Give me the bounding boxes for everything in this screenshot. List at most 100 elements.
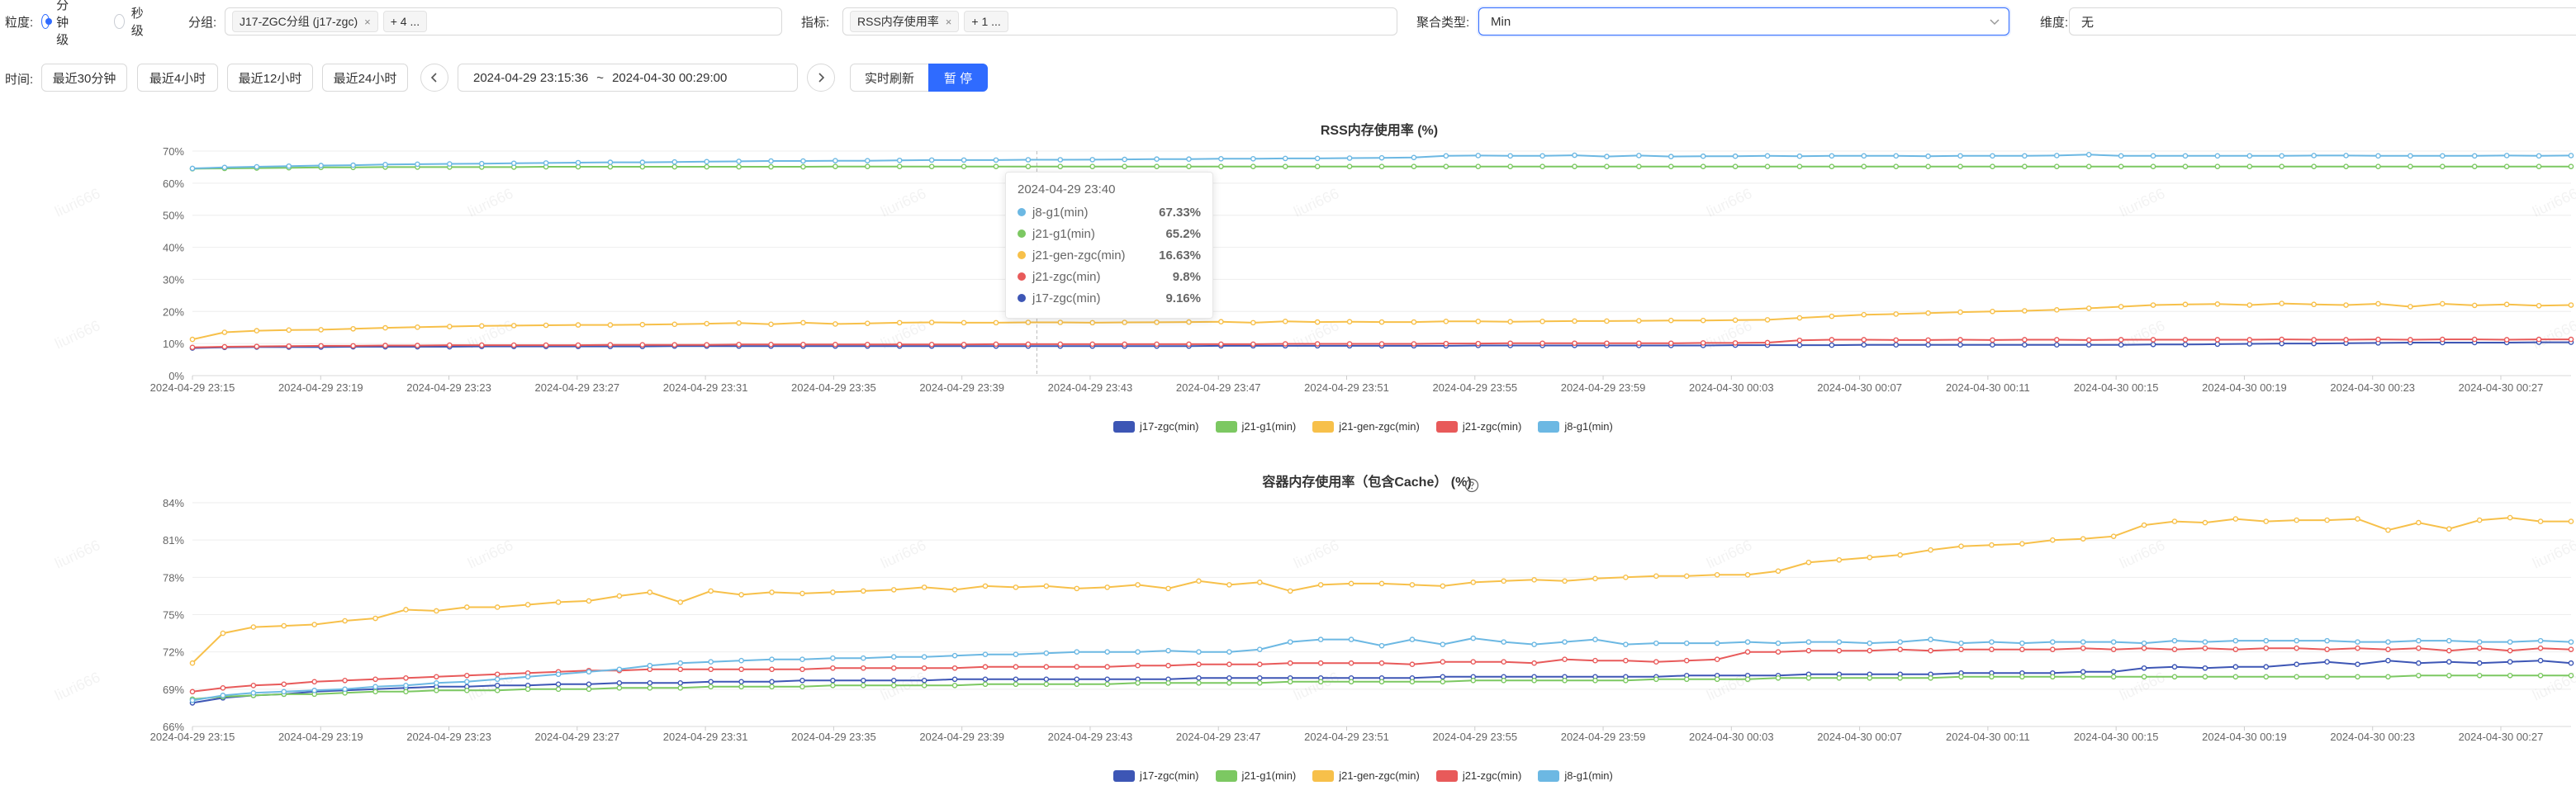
x-tick-label: 2024-04-29 23:39 bbox=[919, 731, 1004, 743]
data-point bbox=[2053, 307, 2060, 313]
data-point bbox=[2053, 153, 2060, 159]
watermark-text: liuri666 bbox=[1291, 669, 1341, 704]
data-point bbox=[708, 666, 714, 673]
data-point bbox=[1025, 157, 1032, 163]
x-tick-label: 2024-04-30 00:23 bbox=[2330, 381, 2415, 394]
y-tick-label: 81% bbox=[163, 534, 184, 547]
data-point bbox=[2294, 674, 2299, 680]
legend-item[interactable]: j17-zgc(min) bbox=[1113, 420, 1199, 433]
data-point bbox=[510, 160, 517, 167]
data-point bbox=[1317, 636, 1324, 642]
data-point bbox=[189, 689, 196, 695]
legend-label: j17-zgc(min) bbox=[1140, 769, 1199, 782]
data-point bbox=[1861, 337, 1867, 343]
data-point bbox=[1562, 656, 1568, 663]
data-point bbox=[350, 325, 356, 332]
data-point bbox=[434, 680, 439, 686]
data-point bbox=[1043, 664, 1050, 670]
data-point bbox=[2053, 337, 2060, 343]
data-point bbox=[2568, 672, 2574, 679]
data-point bbox=[2085, 163, 2092, 169]
legend-item[interactable]: j21-zgc(min) bbox=[1435, 769, 1521, 782]
data-point bbox=[221, 343, 228, 350]
data-point bbox=[708, 684, 714, 690]
data-point bbox=[1796, 337, 1803, 343]
data-point bbox=[1104, 584, 1110, 590]
data-point bbox=[2355, 645, 2360, 651]
data-point bbox=[1775, 649, 1781, 655]
data-point bbox=[2385, 657, 2391, 664]
data-point bbox=[1897, 639, 1903, 645]
data-point bbox=[799, 684, 805, 690]
x-tick-label: 2024-04-29 23:27 bbox=[535, 731, 620, 743]
data-point bbox=[1732, 163, 1739, 169]
data-point bbox=[1861, 153, 1867, 159]
data-point bbox=[2503, 337, 2510, 343]
help-icon[interactable] bbox=[1464, 478, 1479, 493]
data-point bbox=[1592, 657, 1598, 664]
legend-item[interactable]: j21-g1(min) bbox=[1215, 769, 1296, 782]
data-point bbox=[1958, 543, 1964, 549]
legend-swatch bbox=[1435, 769, 1458, 782]
legend-item[interactable]: j21-g1(min) bbox=[1215, 420, 1296, 433]
legend-item[interactable]: j8-g1(min) bbox=[1538, 420, 1613, 433]
data-point bbox=[2182, 337, 2189, 343]
data-point bbox=[2141, 522, 2147, 528]
data-point bbox=[2182, 153, 2189, 159]
data-point bbox=[1957, 153, 1963, 159]
data-point bbox=[2507, 672, 2513, 679]
tooltip-series-name: j21-g1(min) bbox=[1032, 226, 1095, 241]
data-point bbox=[1440, 674, 1446, 680]
data-point bbox=[961, 157, 967, 163]
x-tick-label: 2024-04-30 00:15 bbox=[2074, 731, 2159, 743]
data-point bbox=[2311, 301, 2317, 308]
data-point bbox=[1257, 646, 1263, 652]
data-point bbox=[1470, 677, 1477, 684]
data-point bbox=[677, 680, 684, 686]
data-point bbox=[1314, 163, 1321, 169]
chart-legend: j17-zgc(min) j21-g1(min) j21-gen-zgc(min) j… bbox=[1113, 420, 1613, 433]
data-point bbox=[607, 159, 614, 165]
legend-item[interactable]: j21-zgc(min) bbox=[1435, 420, 1521, 433]
data-point bbox=[704, 163, 710, 170]
x-tick-label: 2024-04-29 23:43 bbox=[1048, 731, 1133, 743]
data-point bbox=[1501, 639, 1506, 645]
data-point bbox=[896, 342, 903, 348]
data-point bbox=[2263, 637, 2270, 644]
data-point bbox=[607, 322, 614, 328]
data-point bbox=[1378, 154, 1385, 161]
data-point bbox=[1836, 674, 1843, 681]
data-point bbox=[708, 588, 714, 594]
data-point bbox=[2232, 664, 2239, 670]
data-point bbox=[2375, 163, 2381, 169]
data-point bbox=[1925, 342, 1931, 348]
data-point bbox=[2537, 637, 2544, 644]
y-tick-label: 60% bbox=[163, 177, 184, 190]
x-tick-label: 2024-04-30 00:19 bbox=[2202, 731, 2287, 743]
data-point bbox=[738, 684, 744, 690]
data-point bbox=[1562, 578, 1568, 584]
data-point bbox=[647, 680, 653, 686]
legend-item[interactable]: j8-g1(min) bbox=[1538, 769, 1613, 782]
data-point bbox=[2118, 153, 2124, 159]
data-point bbox=[1604, 318, 1610, 324]
data-point bbox=[2416, 660, 2422, 666]
data-point bbox=[2294, 517, 2299, 523]
data-point bbox=[2311, 337, 2317, 343]
data-point bbox=[861, 683, 866, 689]
legend-swatch bbox=[1215, 420, 1237, 433]
data-point bbox=[2050, 646, 2056, 652]
legend-item[interactable]: j21-gen-zgc(min) bbox=[1312, 769, 1420, 782]
data-point bbox=[250, 624, 257, 630]
data-point bbox=[1287, 660, 1293, 666]
legend-item[interactable]: j21-gen-zgc(min) bbox=[1312, 420, 1420, 433]
data-point bbox=[2080, 645, 2086, 651]
data-point bbox=[382, 343, 388, 348]
data-point bbox=[2246, 337, 2253, 343]
data-point bbox=[1501, 659, 1506, 665]
x-tick-label: 2024-04-30 00:15 bbox=[2074, 381, 2159, 394]
data-point bbox=[1089, 157, 1096, 163]
legend-item[interactable]: j17-zgc(min) bbox=[1113, 769, 1199, 782]
data-point bbox=[494, 683, 500, 689]
data-point bbox=[2202, 639, 2208, 645]
